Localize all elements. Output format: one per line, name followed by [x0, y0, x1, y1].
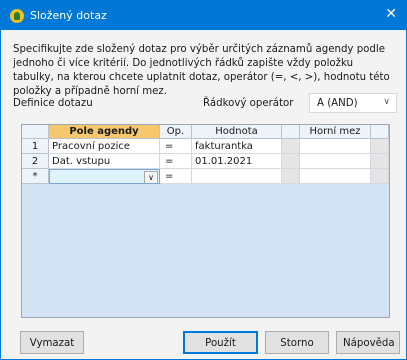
new-row-marker[interactable]: * — [22, 169, 49, 184]
row-operator-select[interactable]: A (AND) ∨ — [309, 93, 397, 113]
new-row-value[interactable] — [192, 169, 282, 184]
new-row-upper-aux — [371, 169, 389, 184]
new-row-operator[interactable]: = — [160, 169, 192, 184]
cell-value-aux — [282, 139, 300, 154]
cell-field[interactable]: Dat. vstupu — [49, 154, 160, 169]
row-header[interactable]: 1 — [22, 139, 49, 154]
chevron-down-icon[interactable]: ∨ — [144, 171, 158, 183]
row-operator-value: A (AND) — [317, 98, 358, 109]
cancel-button[interactable]: Storno — [265, 331, 329, 354]
help-button[interactable]: Nápověda — [336, 331, 400, 354]
query-grid[interactable]: Pole agendy Op. Hodnota Horní mez 1 Prac… — [21, 124, 390, 318]
chevron-down-icon: ∨ — [383, 97, 390, 107]
dialog-window: Složený dotaz ✕ Specifikujte zde složený… — [0, 0, 407, 360]
cell-upper-bound[interactable] — [300, 154, 371, 169]
close-icon[interactable]: ✕ — [385, 6, 397, 22]
cell-value[interactable]: 01.01.2021 — [192, 154, 282, 169]
definition-label: Definice dotazu — [13, 98, 93, 109]
cell-upper-aux — [371, 154, 389, 169]
cell-value-aux — [282, 154, 300, 169]
column-header-value-aux[interactable] — [282, 125, 300, 139]
description-text: Specifikujte zde složený dotaz pro výběr… — [13, 44, 390, 97]
grid-corner-header — [22, 125, 49, 139]
column-header-upper-aux[interactable] — [371, 125, 389, 139]
cell-upper-aux — [371, 139, 389, 154]
row-operator-label: Řádkový operátor — [203, 98, 294, 109]
cell-operator[interactable]: = — [160, 154, 192, 169]
new-row-upper-bound[interactable] — [300, 169, 371, 184]
new-row-value-aux — [282, 169, 300, 184]
column-header-field[interactable]: Pole agendy — [49, 125, 160, 139]
window-title: Složený dotaz — [30, 9, 107, 22]
column-header-operator[interactable]: Op. — [160, 125, 192, 139]
app-logo-icon — [10, 9, 24, 23]
column-header-value[interactable]: Hodnota — [192, 125, 282, 139]
apply-button[interactable]: Použít — [183, 331, 258, 354]
cell-value[interactable]: fakturantka — [192, 139, 282, 154]
cell-operator[interactable]: = — [160, 139, 192, 154]
column-header-upper-bound[interactable]: Horní mez — [300, 125, 371, 139]
cell-upper-bound[interactable] — [300, 139, 371, 154]
title-bar[interactable]: Složený dotaz ✕ — [1, 1, 406, 30]
new-row-field-combo[interactable]: ∨ — [49, 169, 160, 184]
row-header[interactable]: 2 — [22, 154, 49, 169]
cell-field[interactable]: Pracovní pozice — [49, 139, 160, 154]
clear-button[interactable]: Vymazat — [20, 331, 84, 354]
